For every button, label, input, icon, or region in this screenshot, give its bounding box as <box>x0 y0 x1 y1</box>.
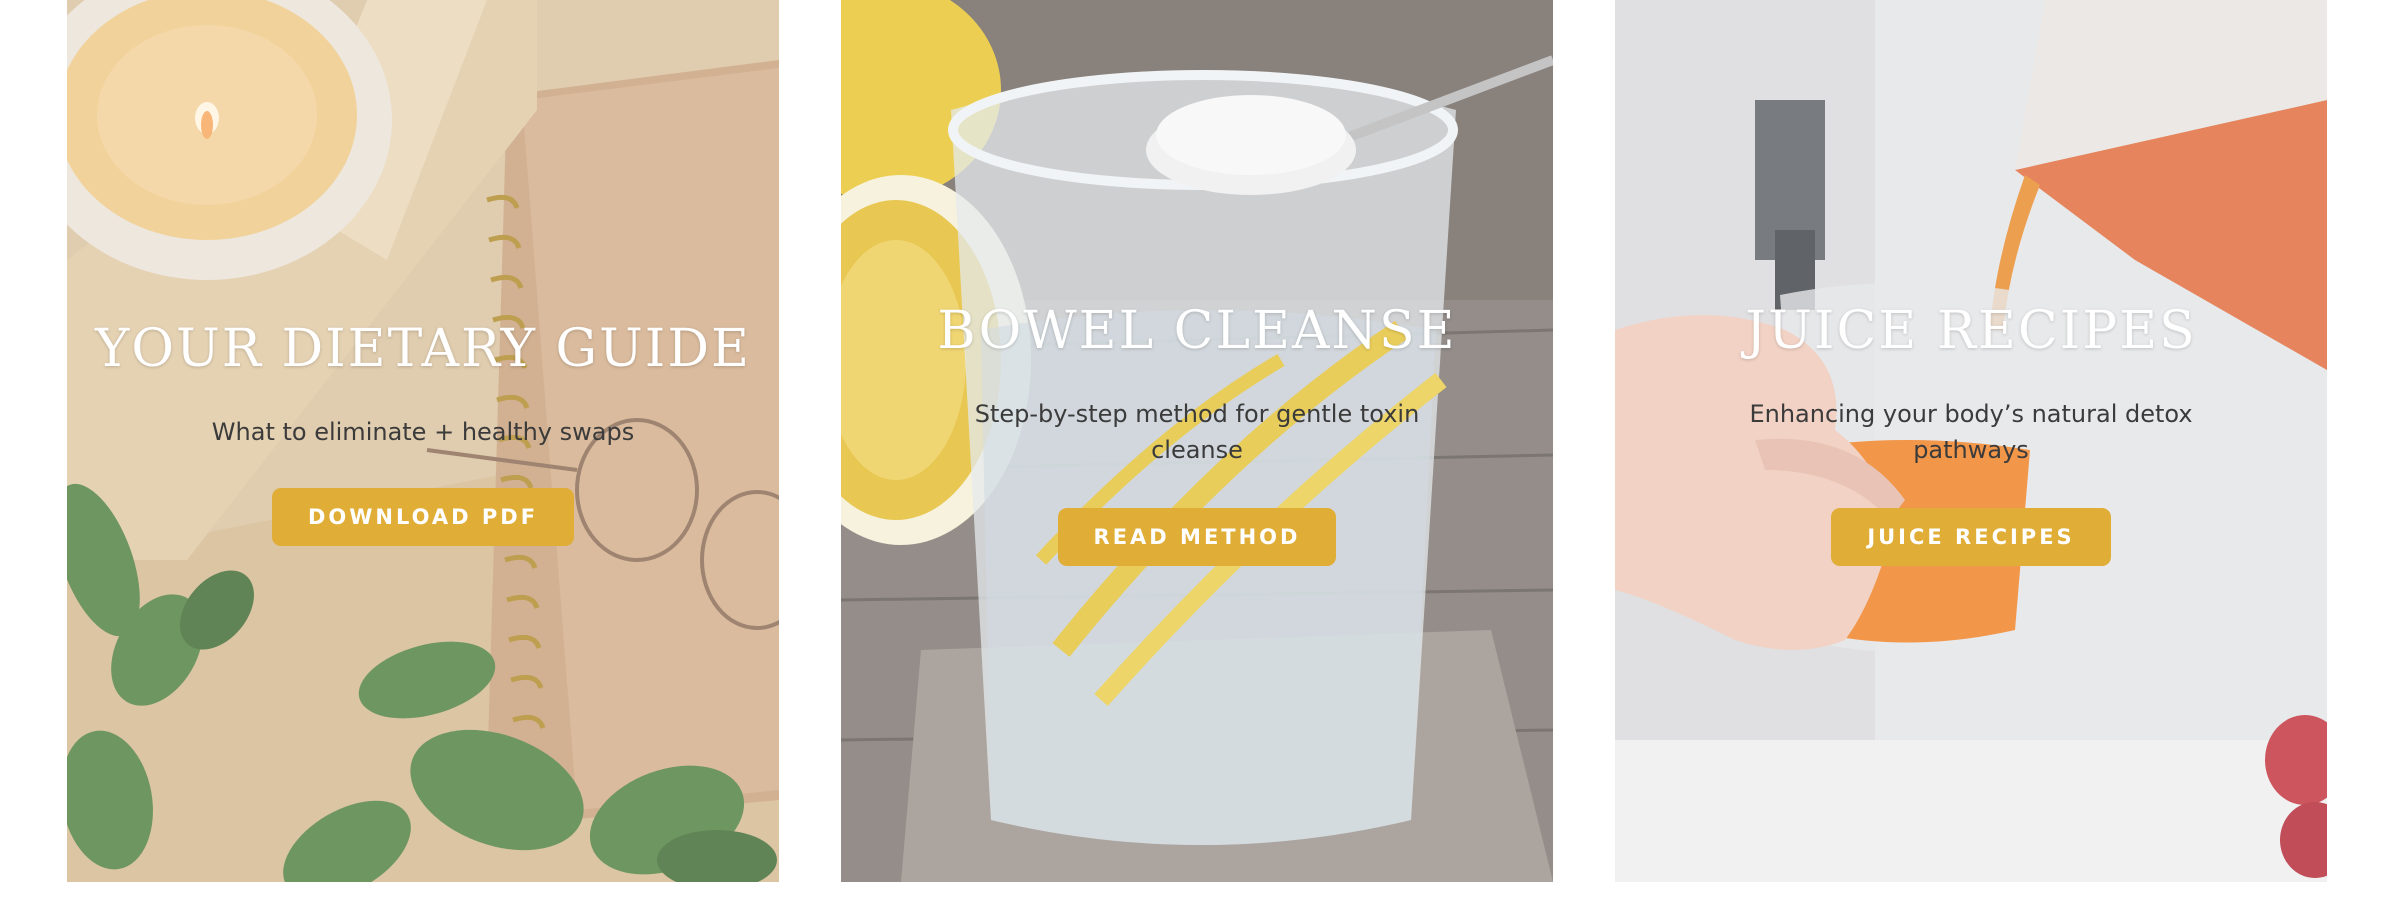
card-subtitle: What to eliminate + healthy swaps <box>211 417 635 446</box>
read-method-button[interactable]: READ METHOD <box>1057 507 1337 566</box>
card-content: YOUR DIETARY GUIDE What to eliminate + h… <box>67 319 779 546</box>
card-title: BOWEL CLEANSE <box>937 301 1457 361</box>
page: YOUR DIETARY GUIDE What to eliminate + h… <box>0 0 2387 900</box>
card-subtitle: Step-by-step method for gentle toxin cle… <box>974 399 1420 464</box>
card-bowel-cleanse: BOWEL CLEANSE Step-by-step method for ge… <box>841 0 1553 882</box>
card-title: YOUR DIETARY GUIDE <box>94 319 751 379</box>
card-juice-recipes: JUICE RECIPES Enhancing your body’s natu… <box>1615 0 2327 882</box>
card-title: JUICE RECIPES <box>1745 301 2197 361</box>
card-content: BOWEL CLEANSE Step-by-step method for ge… <box>841 301 1553 566</box>
card-subtitle: Enhancing your body’s natural detox path… <box>1749 399 2193 464</box>
card-content: JUICE RECIPES Enhancing your body’s natu… <box>1615 301 2327 566</box>
download-pdf-button[interactable]: DOWNLOAD PDF <box>271 487 575 546</box>
card-dietary-guide: YOUR DIETARY GUIDE What to eliminate + h… <box>67 0 779 882</box>
juice-recipes-button[interactable]: JUICE RECIPES <box>1831 507 2111 566</box>
